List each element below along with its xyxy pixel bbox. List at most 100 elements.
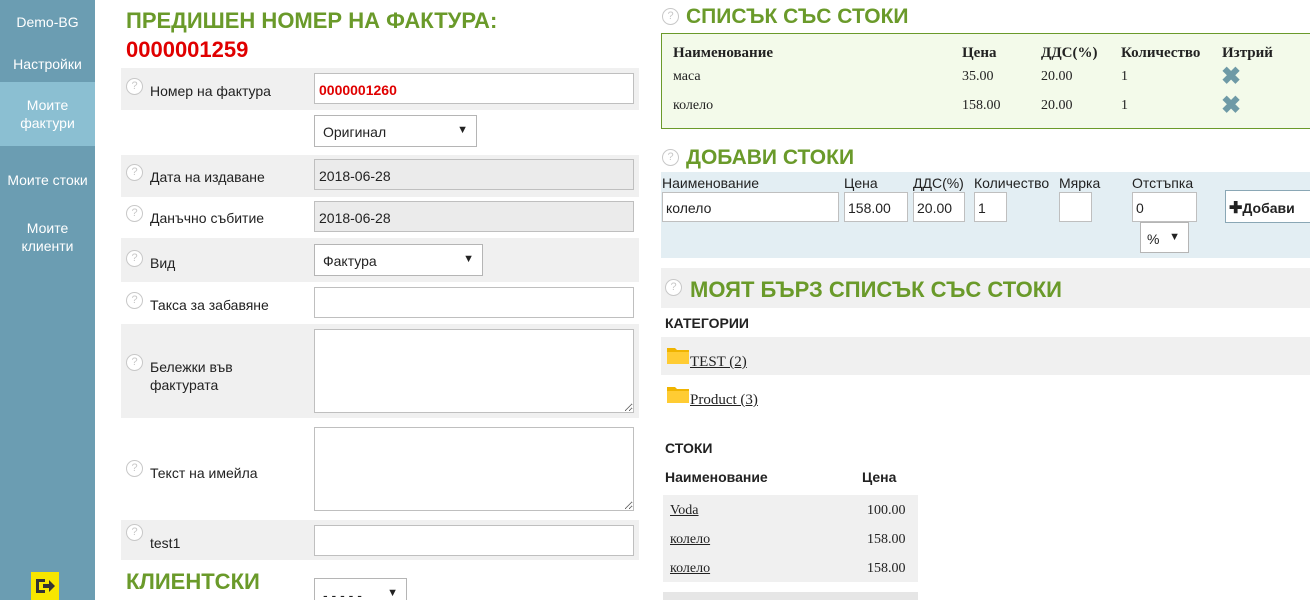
- sidebar-item-label: Моите клиенти: [21, 220, 74, 254]
- goods-link[interactable]: Voda: [670, 503, 699, 519]
- help-icon[interactable]: ?: [126, 205, 143, 222]
- add-price-input[interactable]: 158.00: [844, 192, 908, 222]
- delete-icon[interactable]: ✖: [1221, 94, 1241, 118]
- notes-label: Бележки във фактурата: [150, 359, 233, 393]
- help-icon[interactable]: ?: [126, 524, 143, 541]
- help-icon[interactable]: ?: [662, 149, 679, 166]
- list-item: колело 158.00: [663, 553, 918, 582]
- goods-header-name: Наименование: [665, 469, 768, 485]
- issue-date-label: Дата на издаване: [150, 169, 265, 185]
- chevron-down-icon: ▼: [387, 587, 398, 599]
- sidebar-item-clients[interactable]: Моите клиенти: [0, 214, 95, 260]
- add-qty-label: Количество: [974, 175, 1050, 191]
- add-vat-input[interactable]: 20.00: [913, 192, 965, 222]
- help-icon[interactable]: ?: [665, 279, 682, 296]
- sidebar-item-label: Demo-BG: [16, 14, 79, 30]
- help-icon[interactable]: ?: [126, 250, 143, 267]
- row-qty: 1: [1121, 69, 1128, 84]
- category-item: Product (3): [661, 375, 1310, 415]
- add-goods-form: Наименование Цена ДДС(%) Количество Мярк…: [661, 172, 1310, 258]
- plus-icon: ✚: [1229, 200, 1243, 217]
- add-qty-input[interactable]: 1: [974, 192, 1007, 222]
- category-link[interactable]: TEST (2): [690, 354, 747, 371]
- issue-date-input[interactable]: 2018-06-28: [314, 159, 634, 190]
- goods-list-table: Наименование Цена ДДС(%) Количество Изтр…: [661, 33, 1310, 129]
- discount-unit-select[interactable]: % ▼: [1140, 222, 1189, 253]
- quick-list-header: ? МОЯТ БЪРЗ СПИСЪК СЪС СТОКИ: [661, 268, 1310, 308]
- add-discount-input[interactable]: 0: [1132, 192, 1197, 222]
- quick-list-title: МОЯТ БЪРЗ СПИСЪК СЪС СТОКИ: [690, 277, 1062, 302]
- sidebar-item-label: Моите стоки: [7, 172, 88, 188]
- folder-icon: [667, 387, 689, 403]
- goods-price: 100.00: [867, 503, 906, 518]
- add-button-label: Добави: [1242, 200, 1295, 216]
- add-unit-input[interactable]: [1059, 192, 1092, 222]
- add-unit-label: Мярка: [1059, 175, 1101, 191]
- row-price: 35.00: [962, 69, 994, 84]
- type-select[interactable]: Фактура ▼: [314, 244, 483, 276]
- clients-title: КЛИЕНТСКИ: [126, 569, 260, 594]
- help-icon[interactable]: ?: [126, 78, 143, 95]
- category-item: TEST (2): [661, 337, 1310, 375]
- type-value: Фактура: [323, 253, 377, 269]
- category-link[interactable]: Product (3): [690, 392, 758, 409]
- row-vat: 20.00: [1041, 69, 1073, 84]
- late-fee-input[interactable]: [314, 287, 634, 318]
- sidebar-item-settings[interactable]: Настройки: [0, 46, 95, 82]
- add-name-input[interactable]: колело: [662, 192, 839, 222]
- row-name: колело: [673, 98, 714, 113]
- tax-event-input[interactable]: 2018-06-28: [314, 201, 634, 232]
- add-name-label: Наименование: [662, 175, 760, 191]
- add-discount-label: Отстъпка: [1132, 175, 1194, 191]
- email-text-textarea[interactable]: [314, 427, 634, 511]
- page: Demo-BG Настройки Моите фактури Моите ст…: [0, 0, 1310, 600]
- add-vat-label: ДДС(%): [913, 175, 964, 191]
- add-button[interactable]: ✚Добави: [1225, 190, 1310, 223]
- tax-event-row: ? Данъчно събитие 2018-06-28: [121, 197, 639, 237]
- copy-type-select[interactable]: Оригинал ▼: [314, 115, 477, 147]
- help-icon[interactable]: ?: [662, 8, 679, 25]
- late-fee-row: ? Такса за забавяне: [121, 283, 639, 323]
- logout-icon[interactable]: [31, 572, 59, 600]
- column-header-qty: Количество: [1121, 45, 1201, 61]
- chevron-down-icon: ▼: [463, 253, 474, 265]
- invoice-number-input[interactable]: 0000001260: [314, 73, 634, 104]
- copy-type-row: Оригинал ▼: [121, 110, 639, 154]
- help-icon[interactable]: ?: [126, 164, 143, 181]
- add-goods-title: ДОБАВИ СТОКИ: [686, 146, 855, 169]
- goods-link[interactable]: колело: [670, 561, 710, 577]
- test1-input[interactable]: [314, 525, 634, 556]
- invoice-number-label: Номер на фактура: [150, 83, 271, 99]
- copy-type-value: Оригинал: [323, 124, 387, 140]
- row-vat: 20.00: [1041, 98, 1073, 113]
- type-label: Вид: [150, 255, 176, 271]
- row-name: маса: [673, 69, 701, 84]
- notes-textarea[interactable]: [314, 329, 634, 413]
- goods-price: 158.00: [867, 532, 906, 547]
- column-header-delete: Изтрий: [1222, 45, 1273, 61]
- chevron-down-icon: ▼: [457, 124, 468, 136]
- row-price: 158.00: [962, 98, 1001, 113]
- sidebar-item-label: Моите фактури: [20, 97, 75, 131]
- help-icon[interactable]: ?: [126, 292, 143, 309]
- goods-link[interactable]: колело: [670, 532, 710, 548]
- sidebar-item-account[interactable]: Demo-BG: [0, 0, 95, 44]
- sidebar-item-invoices[interactable]: Моите фактури: [0, 82, 95, 146]
- folder-icon: [667, 348, 689, 364]
- delete-icon[interactable]: ✖: [1221, 65, 1241, 89]
- client-select[interactable]: - - - - - ▼: [314, 578, 407, 600]
- previous-invoice-title: ПРЕДИШЕН НОМЕР НА ФАКТУРА:: [126, 8, 498, 33]
- column-header-vat: ДДС(%): [1041, 45, 1098, 61]
- list-item: Voda 100.00: [663, 495, 918, 524]
- help-icon[interactable]: ?: [126, 460, 143, 477]
- add-price-label: Цена: [844, 175, 878, 191]
- issue-date-row: ? Дата на издаване 2018-06-28: [121, 155, 639, 197]
- email-text-label: Текст на имейла: [150, 465, 258, 481]
- sidebar-item-label: Настройки: [13, 56, 82, 72]
- chevron-down-icon: ▼: [1169, 231, 1180, 243]
- test1-row: ? test1: [121, 520, 639, 560]
- sidebar-item-goods[interactable]: Моите стоки: [0, 162, 95, 198]
- goods-list-title: СПИСЪК СЪС СТОКИ: [686, 5, 909, 28]
- previous-invoice-number: 0000001259: [126, 37, 249, 62]
- goods-header-price: Цена: [862, 469, 897, 485]
